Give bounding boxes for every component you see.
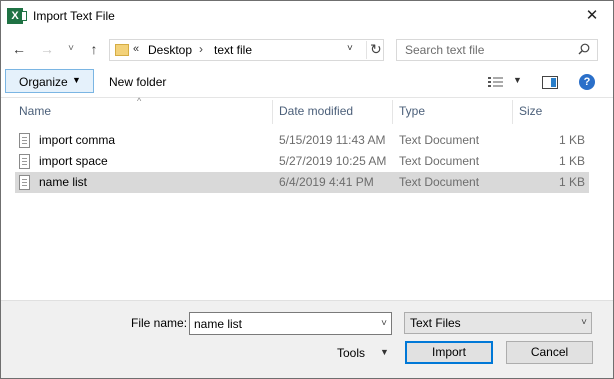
command-toolbar: Organize ▼ New folder ▼ ?: [1, 67, 613, 97]
search-placeholder: Search text file: [405, 43, 485, 57]
file-type: Text Document: [399, 175, 480, 189]
view-options-icon[interactable]: [488, 76, 504, 88]
file-name: import comma: [39, 133, 116, 147]
file-row[interactable]: import comma 5/15/2019 11:43 AM Text Doc…: [15, 130, 589, 151]
dialog-footer: File name: name list ˅ Text Files ˅ Tool…: [1, 300, 613, 378]
excel-icon: X: [7, 8, 27, 24]
forward-arrow-icon[interactable]: →: [37, 39, 57, 59]
file-list: ^ Name Date modified Type Size import co…: [1, 96, 613, 300]
tools-caret-icon[interactable]: ▼: [380, 347, 389, 357]
breadcrumb-overflow-icon[interactable]: «: [133, 43, 139, 55]
column-divider[interactable]: [392, 100, 393, 124]
breadcrumb-text-file[interactable]: text file: [214, 43, 252, 57]
organize-label: Organize: [19, 75, 68, 89]
file-type-dropdown-icon: ˅: [581, 317, 587, 328]
file-type-select[interactable]: Text Files ˅: [404, 312, 592, 334]
sort-indicator-icon: ^: [137, 96, 142, 106]
preview-pane-icon[interactable]: [542, 76, 558, 89]
column-header-name[interactable]: Name: [19, 98, 51, 124]
file-row-selected[interactable]: name list 6/4/2019 4:41 PM Text Document…: [15, 172, 589, 193]
tools-button[interactable]: Tools: [337, 346, 365, 360]
organize-button[interactable]: Organize ▼: [5, 69, 94, 93]
new-folder-button[interactable]: New folder: [109, 75, 166, 89]
column-divider[interactable]: [272, 100, 273, 124]
file-name: name list: [39, 175, 88, 189]
import-text-file-dialog: X Import Text File ✕ ← → ˅ ↑ « Desktop ›…: [0, 0, 614, 379]
address-dropdown-chevron-icon[interactable]: ˅: [347, 43, 353, 54]
cancel-button[interactable]: Cancel: [506, 341, 593, 364]
refresh-icon[interactable]: ↻: [366, 41, 382, 59]
search-input[interactable]: Search text file: [396, 39, 598, 61]
close-button[interactable]: ✕: [581, 5, 603, 27]
file-name-value: name list: [194, 317, 243, 331]
recent-locations-chevron-icon[interactable]: ˅: [65, 39, 77, 59]
help-icon[interactable]: ?: [579, 74, 595, 90]
title-bar: X Import Text File ✕: [1, 1, 613, 31]
file-date: 5/27/2019 10:25 AM: [279, 154, 387, 168]
column-header-type[interactable]: Type: [399, 98, 425, 124]
up-arrow-icon[interactable]: ↑: [84, 39, 104, 59]
back-arrow-icon[interactable]: ←: [9, 39, 29, 59]
file-date: 5/15/2019 11:43 AM: [279, 133, 386, 147]
excel-icon-letter: X: [11, 10, 19, 22]
breadcrumb-separator-icon[interactable]: ›: [199, 42, 203, 56]
text-document-icon: [19, 133, 30, 148]
file-size: 1 KB: [558, 133, 585, 147]
file-type: Text Document: [399, 154, 480, 168]
window-title: Import Text File: [33, 9, 115, 23]
breadcrumb-desktop[interactable]: Desktop: [148, 43, 192, 57]
view-caret-icon[interactable]: ▼: [513, 75, 522, 85]
file-name-field[interactable]: name list ˅: [189, 312, 392, 335]
search-icon[interactable]: [578, 43, 590, 55]
column-divider[interactable]: [512, 100, 513, 124]
file-size: 1 KB: [558, 175, 585, 189]
file-size: 1 KB: [558, 154, 585, 168]
navigation-bar: ← → ˅ ↑ « Desktop › text file ˅ ↻ Search…: [1, 31, 613, 67]
caret-down-icon: ▼: [72, 75, 81, 85]
column-header-date[interactable]: Date modified: [279, 98, 353, 124]
folder-icon: [115, 44, 129, 56]
file-type: Text Document: [399, 133, 480, 147]
file-name-dropdown-icon[interactable]: ˅: [381, 318, 387, 329]
file-date: 6/4/2019 4:41 PM: [279, 175, 374, 189]
text-document-icon: [19, 154, 30, 169]
address-bar[interactable]: « Desktop › text file ˅ ↻: [109, 39, 384, 61]
column-header-size[interactable]: Size: [519, 98, 542, 124]
file-name-label: File name:: [131, 316, 188, 330]
file-row[interactable]: import space 5/27/2019 10:25 AM Text Doc…: [15, 151, 589, 172]
import-button[interactable]: Import: [405, 341, 493, 364]
file-name: import space: [39, 154, 108, 168]
file-type-value: Text Files: [410, 316, 461, 330]
text-document-icon: [19, 175, 30, 190]
